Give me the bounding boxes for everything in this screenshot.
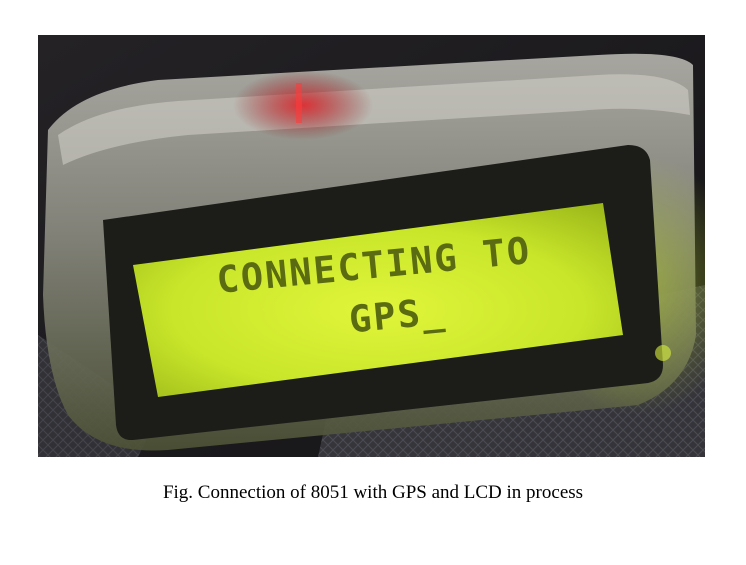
figure-caption: Fig. Connection of 8051 with GPS and LCD… [162, 482, 584, 503]
green-led [655, 345, 671, 361]
photo-scene: CONNECTING TO GPS_ [38, 35, 705, 457]
lcd-photo: CONNECTING TO GPS_ [38, 35, 705, 457]
red-led-streak [296, 83, 302, 123]
red-glow [233, 70, 373, 140]
